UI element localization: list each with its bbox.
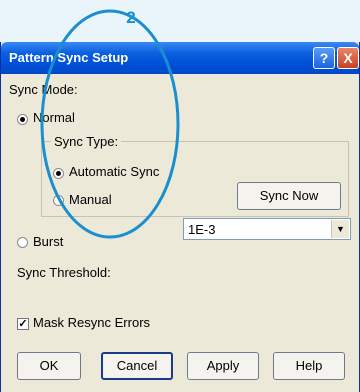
apply-label: Apply xyxy=(206,358,240,373)
dialog-title: Pattern Sync Setup xyxy=(9,50,129,65)
apply-button[interactable]: Apply xyxy=(187,352,259,380)
help-button[interactable]: Help xyxy=(273,352,345,380)
burst-radio[interactable] xyxy=(17,237,28,248)
sync-now-button[interactable]: Sync Now xyxy=(237,182,341,210)
chevron-down-icon[interactable]: ▼ xyxy=(331,220,349,238)
sync-mode-label: Sync Mode: xyxy=(9,82,78,97)
callout-number: 2 xyxy=(126,8,136,27)
automatic-sync-radio[interactable] xyxy=(53,168,64,179)
sync-threshold-value: 1E-3 xyxy=(188,222,216,237)
help-title-button[interactable]: ? xyxy=(313,47,335,69)
normal-label[interactable]: Normal xyxy=(33,110,75,125)
sync-threshold-label: Sync Threshold: xyxy=(17,265,111,280)
mask-resync-label[interactable]: Mask Resync Errors xyxy=(33,315,150,330)
automatic-sync-label[interactable]: Automatic Sync xyxy=(69,164,159,179)
manual-radio[interactable] xyxy=(53,195,64,206)
sync-type-label: Sync Type: xyxy=(51,134,122,149)
cancel-label: Cancel xyxy=(116,358,158,373)
pattern-sync-dialog: Pattern Sync Setup ? X Sync Mode: Normal… xyxy=(0,42,360,392)
ok-label: OK xyxy=(39,358,59,373)
cancel-button[interactable]: Cancel xyxy=(101,352,173,380)
normal-radio[interactable] xyxy=(17,114,28,125)
burst-label[interactable]: Burst xyxy=(33,234,63,249)
title-bar: Pattern Sync Setup ? X xyxy=(1,42,359,74)
mask-resync-checkbox[interactable]: ✓ xyxy=(17,318,29,330)
sync-threshold-select[interactable]: 1E-3 ▼ xyxy=(183,218,351,240)
ok-button[interactable]: OK xyxy=(17,352,81,380)
close-button[interactable]: X xyxy=(337,47,359,69)
sync-now-label: Sync Now xyxy=(259,188,319,203)
help-label: Help xyxy=(295,358,323,373)
manual-label[interactable]: Manual xyxy=(69,192,112,207)
